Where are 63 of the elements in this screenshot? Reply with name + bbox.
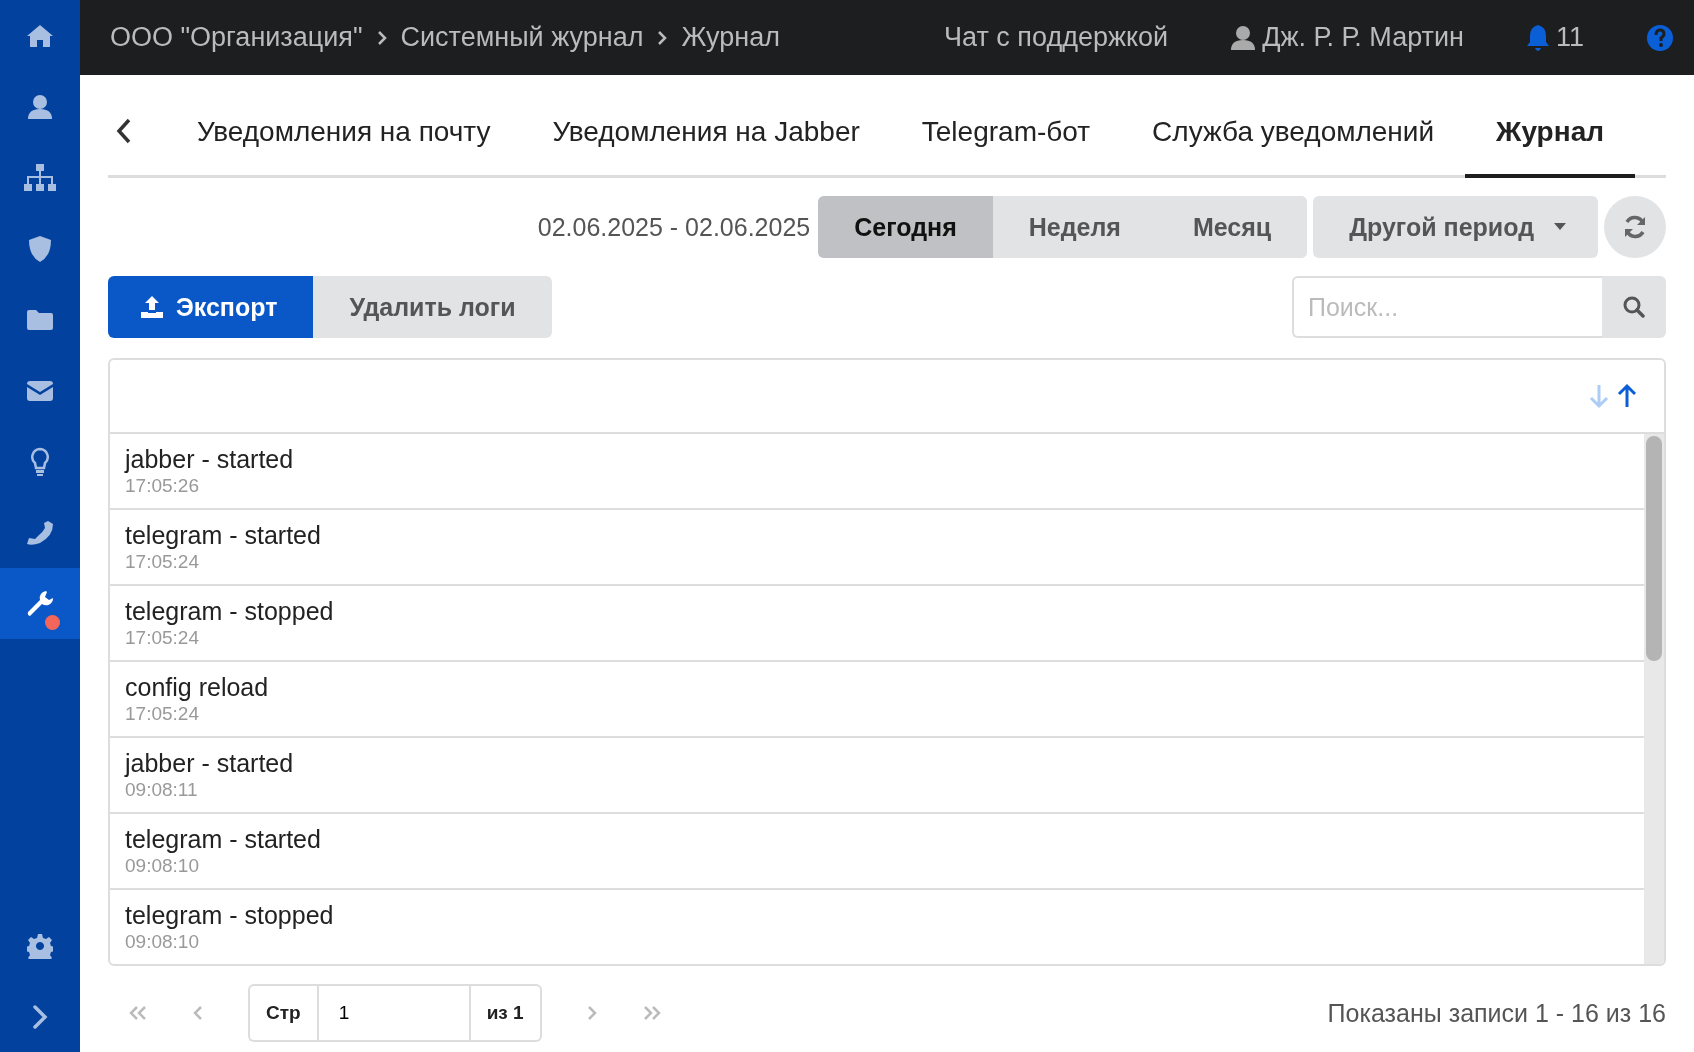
chevron-right-icon [376, 30, 387, 45]
home-icon [26, 23, 54, 48]
breadcrumb-link[interactable]: Системный журнал [400, 22, 644, 53]
sidebar-item[interactable] [0, 568, 80, 639]
user-name-link[interactable]: Дж. Р. Р. Мартин [1262, 22, 1464, 53]
double-chevron-left-icon [128, 1005, 148, 1021]
breadcrumb-link[interactable]: Журнал [681, 22, 780, 53]
search-button[interactable] [1602, 276, 1666, 338]
lightbulb-icon [30, 446, 50, 477]
shield-icon [28, 234, 52, 263]
log-entry-time: 17:05:24 [125, 626, 200, 650]
log-entry-time: 17:05:26 [125, 474, 200, 498]
notification-dot [45, 615, 60, 630]
bell-icon[interactable] [1525, 23, 1550, 52]
log-entry-time: 09:08:10 [125, 854, 200, 878]
records-summary: Показаны записи 1 - 16 из 16 [1327, 998, 1666, 1028]
delete-logs-button[interactable]: Удалить логи [313, 276, 552, 338]
tab[interactable]: Telegram-бот [890, 75, 1122, 178]
tab[interactable]: Уведомления на Jabber [521, 75, 891, 178]
log-entry-title: config reload [125, 672, 270, 702]
mail-icon [26, 379, 54, 402]
log-entry-time: 17:05:24 [125, 702, 200, 726]
log-entry-title: telegram - stopped [125, 900, 335, 930]
refresh-icon [1622, 214, 1648, 240]
log-entry-time: 09:08:11 [125, 778, 199, 802]
double-chevron-right-icon [641, 1005, 662, 1021]
log-entry-time: 09:08:10 [125, 930, 200, 954]
export-button[interactable]: Экспорт [108, 276, 314, 338]
other-period-dropdown[interactable]: Другой период [1313, 196, 1598, 258]
log-entry-time: 17:05:24 [125, 550, 200, 574]
scrollbar[interactable] [1644, 434, 1664, 964]
chevron-right-icon [586, 1005, 597, 1021]
log-entry-title: jabber - started [125, 444, 295, 474]
chevron-right-icon [657, 30, 668, 45]
breadcrumb-link[interactable]: ООО "Организация" [110, 22, 363, 53]
chevron-right-icon [32, 1004, 48, 1029]
tab[interactable]: Служба уведомлений [1121, 75, 1466, 178]
phone-icon [26, 519, 54, 546]
wrench-icon [26, 589, 54, 618]
date-range: 02.06.2025 - 02.06.2025 [537, 212, 811, 242]
upload-icon [140, 295, 164, 319]
user-icon [27, 93, 53, 120]
folder-icon [26, 308, 54, 331]
search-field[interactable]: Поиск... [1292, 276, 1602, 338]
support-chat-link[interactable]: Чат с поддержкой [944, 22, 1169, 53]
settings-icon [27, 932, 53, 959]
log-entry-title: telegram - stopped [125, 596, 335, 626]
chevron-left-icon [193, 1005, 203, 1021]
page-count: из 1 [470, 984, 542, 1042]
tab[interactable]: Журнал [1465, 75, 1635, 178]
log-entry-title: telegram - started [125, 520, 322, 550]
search-icon [1623, 296, 1645, 318]
help-icon[interactable] [1646, 23, 1674, 52]
user-icon [1230, 24, 1257, 51]
sitemap-icon [24, 163, 56, 192]
log-entry-title: jabber - started [125, 748, 295, 778]
page-input[interactable]: 1 [316, 984, 471, 1042]
chevron-left-icon[interactable] [116, 118, 132, 144]
period-button[interactable]: Сегодня [818, 196, 993, 258]
tab[interactable]: Уведомления на почту [166, 75, 522, 178]
notification-count: 11 [1555, 22, 1584, 53]
log-entry-title: telegram - started [125, 824, 322, 854]
caret-icon [1554, 223, 1566, 231]
